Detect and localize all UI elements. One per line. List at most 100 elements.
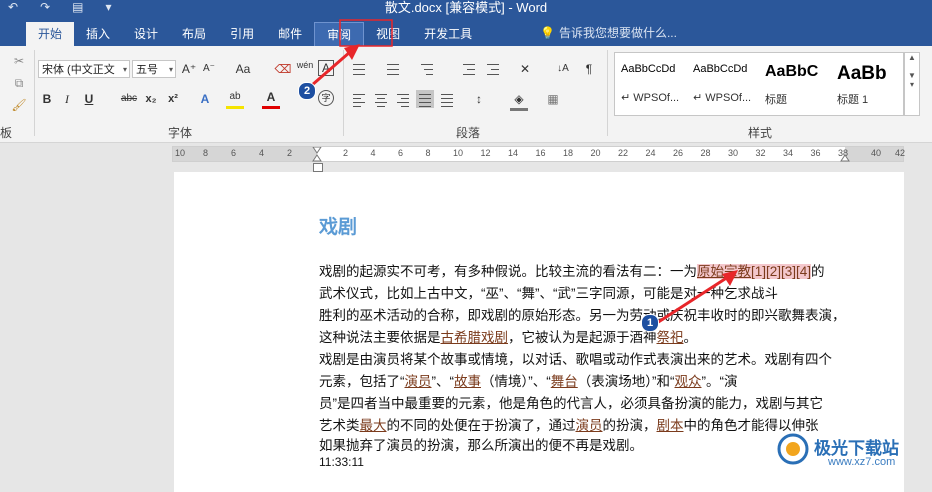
style-sample: AaBbC — [765, 63, 819, 80]
text-run: 戏剧的起源实不可考，有多种假说。比较主流的看法有二：一为 — [319, 264, 697, 279]
tab-references[interactable]: 引用 — [218, 22, 266, 46]
phonetic-guide-button[interactable]: wén — [296, 56, 314, 74]
underline-button[interactable]: U — [80, 90, 98, 108]
link-sacrifice[interactable]: 祭祀 — [657, 330, 684, 345]
style-name: 标题 1 — [837, 94, 869, 106]
timestamp-text: 11:33:11 — [319, 455, 364, 469]
superscript-button[interactable]: x² — [164, 90, 182, 108]
tab-insert[interactable]: 插入 — [74, 22, 122, 46]
separator — [607, 50, 608, 136]
text-run: ”、“ — [431, 374, 455, 389]
asian-layout-icon[interactable]: ✕ — [516, 60, 534, 78]
text-run: 中的角色才能得以伸张 — [683, 418, 819, 433]
tell-me-box[interactable]: 💡 告诉我您想要做什么... — [540, 24, 677, 41]
format-painter-icon[interactable]: 🖌 — [10, 96, 28, 114]
separator — [343, 50, 344, 136]
italic-button[interactable]: I — [58, 90, 76, 108]
tab-home[interactable]: 开始 — [26, 22, 75, 46]
copy-icon[interactable]: ⧉ — [10, 74, 28, 92]
styles-group-label: 样式 — [748, 126, 773, 140]
style-sample: AaBbCcDd — [693, 63, 748, 75]
text-run: 这种说法主要依据是 — [319, 330, 441, 345]
text-run: ，它被认为是起源于酒神 — [508, 330, 657, 345]
decrease-indent-icon[interactable] — [460, 60, 478, 78]
show-marks-icon[interactable]: ¶ — [580, 60, 598, 78]
paragraph1-line3: 胜利的巫术活动的合称，即戏剧的原始形态。另一为劳动或庆祝丰收时的即兴歌舞表演， — [319, 308, 846, 323]
style-item[interactable]: AaBbCcDd ↵ WPSOf... — [687, 53, 759, 113]
link-stage[interactable]: 舞台 — [551, 374, 578, 389]
cut-icon[interactable]: ✂ — [10, 52, 28, 70]
font-name-combo[interactable]: 宋体 (中文正文 ▾ — [38, 60, 130, 78]
bold-button[interactable]: B — [38, 90, 56, 108]
tab-review[interactable]: 审阅 — [314, 22, 365, 46]
text-run: 的 — [811, 264, 825, 279]
font-color-button[interactable]: A — [262, 88, 280, 109]
bullets-icon[interactable] — [350, 60, 368, 78]
highlight-button[interactable]: ab — [226, 88, 244, 109]
paragraph1-line4: 这种说法主要依据是古希腊戏剧，它被认为是起源于酒神祭祀。 — [319, 330, 697, 346]
document-heading: 戏剧 — [319, 217, 358, 238]
distributed-icon[interactable] — [438, 90, 456, 108]
indent-markers[interactable] — [173, 147, 905, 163]
lightbulb-icon: 💡 — [540, 25, 555, 40]
tab-design[interactable]: 设计 — [122, 22, 170, 46]
text-run: （表演场地）”和“ — [577, 374, 675, 389]
style-item[interactable]: AaBbC 标题 — [759, 53, 831, 113]
char-border-button[interactable]: A — [318, 60, 334, 76]
text-effects-button[interactable]: A — [196, 90, 214, 108]
increase-indent-icon[interactable] — [484, 60, 502, 78]
watermark-url: www.xz7.com — [828, 456, 896, 468]
link-script[interactable]: 剧本 — [657, 418, 684, 433]
style-item[interactable]: AaBbCcDd ↵ WPSOf... — [615, 53, 687, 113]
font-size-combo[interactable]: 五号 ▾ — [132, 60, 176, 78]
style-item[interactable]: AaBb 标题 1 — [831, 53, 903, 113]
enclose-char-button[interactable]: 字 — [318, 90, 334, 106]
align-center-icon[interactable] — [372, 90, 390, 108]
clipboard-group-label: 板 — [0, 126, 13, 140]
clear-format-icon[interactable]: ⌫ — [274, 60, 292, 78]
link-actor-2[interactable]: 演员 — [576, 418, 603, 433]
paragraph2-line1: 戏剧是由演员将某个故事或情境，以对话、歌唱或动作式表演出来的艺术。戏剧有四个 — [319, 352, 832, 367]
subscript-button[interactable]: x₂ — [142, 90, 160, 108]
strikethrough-button[interactable]: abc — [118, 90, 140, 108]
references-link[interactable]: [1][2][3][4] — [751, 264, 811, 279]
align-left-icon[interactable] — [350, 90, 368, 108]
tab-layout[interactable]: 布局 — [170, 22, 218, 46]
style-name: 标题 — [765, 94, 787, 106]
horizontal-ruler[interactable]: 10 8 6 4 2 2 4 6 8 10 12 14 16 18 20 22 24 26 28 30 32 34 36 38… — [172, 146, 905, 163]
multilevel-list-icon[interactable] — [418, 60, 436, 78]
grow-font-button[interactable]: A⁺ — [180, 60, 198, 78]
link-original-religion[interactable]: 原始宗教 — [697, 264, 751, 279]
paragraph2-line2: 元素，包括了“演员”、“故事（情境）”、“舞台（表演场地）”和“观众”。“演 — [319, 374, 738, 390]
sort-icon[interactable]: ↓A — [554, 60, 572, 78]
numbering-icon[interactable] — [384, 60, 402, 78]
selected-link-span[interactable]: 原始宗教[1][2][3][4] — [697, 264, 812, 279]
line-spacing-icon[interactable]: ↕ — [470, 90, 488, 108]
separator — [34, 50, 35, 136]
window-title: 散文.docx [兼容模式] - Word — [384, 0, 548, 15]
styles-scroll[interactable]: ▲ ▼ ▾ — [904, 52, 920, 116]
shrink-font-button[interactable]: A⁻ — [200, 60, 218, 78]
tab-view[interactable]: 视图 — [364, 22, 412, 46]
ribbon-tabs: 开始 插入 设计 布局 引用 邮件 审阅 视图 开发工具 — [0, 20, 484, 46]
align-right-icon[interactable] — [394, 90, 412, 108]
step-1-badge: 1 — [641, 314, 659, 332]
link-biggest[interactable]: 最大 — [360, 418, 387, 433]
borders-icon[interactable]: ▦ — [544, 90, 562, 108]
step-2-badge: 2 — [298, 82, 316, 100]
link-audience[interactable]: 观众 — [675, 374, 702, 389]
tab-developer[interactable]: 开发工具 — [412, 22, 484, 46]
change-case-button[interactable]: Aa — [230, 60, 256, 78]
text-run: （情境）”、“ — [481, 374, 551, 389]
style-name: ↵ WPSOf... — [621, 92, 680, 104]
text-run: 元素，包括了“ — [319, 374, 405, 389]
shading-icon[interactable]: ◈ — [510, 90, 528, 111]
justify-icon[interactable] — [416, 90, 434, 108]
tab-mailings[interactable]: 邮件 — [266, 22, 314, 46]
paragraph1-line1: 戏剧的起源实不可考，有多种假说。比较主流的看法有二：一为原始宗教[1][2][3… — [319, 264, 825, 280]
link-story[interactable]: 故事 — [454, 374, 481, 389]
link-greek-drama[interactable]: 古希腊戏剧 — [441, 330, 509, 345]
paragraph2-line5: 如果抛弃了演员的扮演，那么所演出的便不再是戏剧。 — [319, 438, 643, 453]
left-indent-box[interactable] — [313, 163, 323, 172]
link-actor[interactable]: 演员 — [405, 374, 432, 389]
